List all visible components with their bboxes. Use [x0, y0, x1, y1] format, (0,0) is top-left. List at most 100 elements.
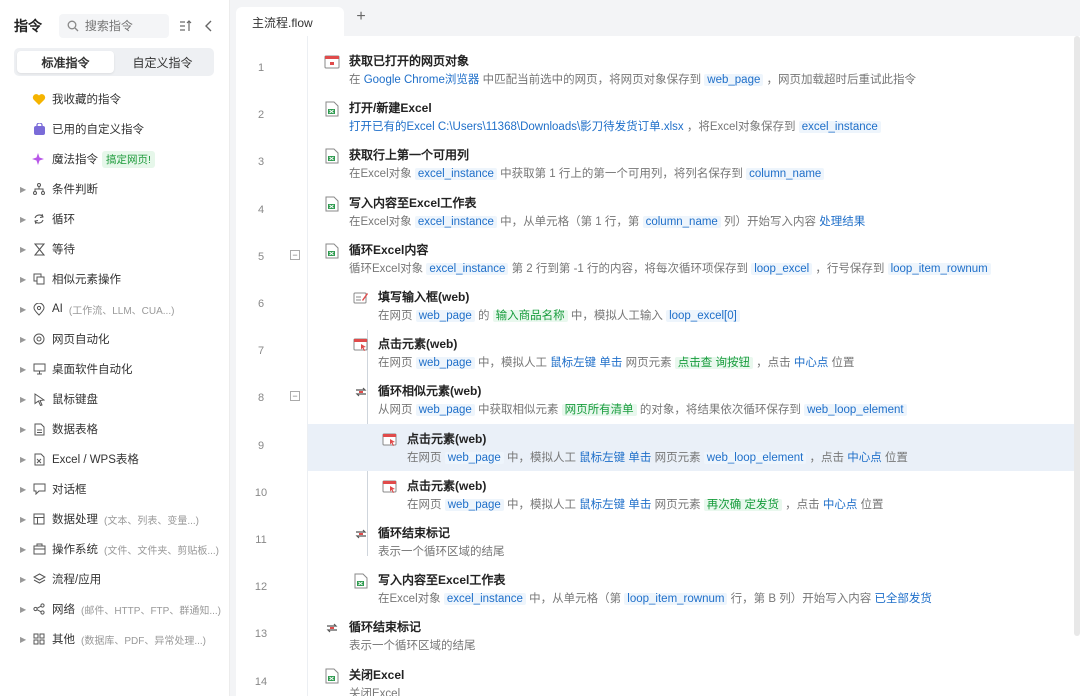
instruction-sidebar: 指令 标准指令 自定义指令 我收藏的指令 已用的自定义指令 — [0, 0, 230, 696]
sidebar-item-magic[interactable]: 魔法指令 搞定网页! — [0, 144, 229, 174]
collapse-icon[interactable] — [203, 19, 215, 33]
network-icon — [32, 602, 46, 616]
sidebar-item-similar-elements[interactable]: ▶ 相似元素操作 — [0, 264, 229, 294]
flow-step-row[interactable]: 点击元素(web) 在网页 web_page 中，模拟人工 鼠标左键 单击 网页元… — [308, 423, 1074, 471]
param-link[interactable]: Google Chrome浏览器 — [364, 74, 480, 86]
param-link[interactable]: 单击 — [628, 452, 651, 464]
search-box[interactable] — [58, 14, 169, 38]
flow-step-row[interactable]: 循环Excel内容 循环Excel对象 excel_instance 第 2 行到… — [308, 235, 1074, 282]
step-description: 关闭Excel — [349, 687, 401, 696]
param-link[interactable]: 中心点 — [847, 452, 882, 464]
param-link[interactable]: 中心点 — [823, 499, 858, 511]
sidebar-item-condition[interactable]: ▶ 条件判断 — [0, 174, 229, 204]
variable-chip[interactable]: excel_instance — [798, 121, 881, 134]
flow-step-row[interactable]: 关闭Excel 关闭Excel — [308, 660, 1074, 696]
variable-chip[interactable]: excel_instance — [443, 593, 526, 606]
element-chip[interactable]: 输入商品名称 — [492, 310, 568, 322]
sidebar-item-used-custom[interactable]: 已用的自定义指令 — [0, 114, 229, 144]
sidebar-item-network[interactable]: ▶ 网络 (邮件、HTTP、FTP、群通知...) — [0, 594, 229, 624]
variable-chip[interactable]: loop_item_rownum — [624, 593, 728, 606]
sidebar-item-data-processing[interactable]: ▶ 数据处理 (文本、列表、变量...) — [0, 504, 229, 534]
param-link[interactable]: 鼠标左键 — [579, 452, 625, 464]
variable-chip[interactable]: loop_item_rownum — [887, 262, 991, 275]
param-link[interactable]: 单击 — [599, 357, 622, 369]
flow-step-row[interactable]: 循环相似元素(web) 从网页 web_page 中获取相似元素 网页所有清单 的… — [308, 376, 1074, 423]
sidebar-item-wait[interactable]: ▶ 等待 — [0, 234, 229, 264]
input-icon — [353, 290, 369, 306]
sidebar-item-other[interactable]: ▶ 其他 (数据库、PDF、异常处理...) — [0, 624, 229, 654]
sidebar-item-label: 对话框 — [52, 484, 87, 496]
sidebar-item-dialog[interactable]: ▶ 对话框 — [0, 474, 229, 504]
fold-toggle-icon[interactable]: − — [290, 249, 300, 260]
sidebar-item-label: 数据表格 — [52, 424, 98, 436]
excel-loop-icon — [324, 243, 340, 259]
variable-chip[interactable]: excel_instance — [426, 262, 509, 275]
param-link[interactable]: 已全部发货 — [874, 593, 932, 605]
sidebar-item-loop[interactable]: ▶ 循环 — [0, 204, 229, 234]
element-chip[interactable]: 网页所有清单 — [561, 404, 637, 417]
variable-chip[interactable]: column_name — [642, 215, 721, 228]
element-chip[interactable]: 点击查 询按钮 — [674, 357, 753, 370]
sidebar-item-os[interactable]: ▶ 操作系统 (文件、文件夹、剪贴板...) — [0, 534, 229, 564]
sidebar-item-desktop-automation[interactable]: ▶ 桌面软件自动化 — [0, 354, 229, 384]
sidebar-item-excel[interactable]: ▶ Excel / WPS表格 — [0, 444, 229, 474]
param-link[interactable]: 中心点 — [794, 357, 829, 369]
step-title: 获取已打开的网页对象 — [349, 54, 470, 68]
sidebar-item-label: 数据处理 — [52, 514, 98, 526]
flow-step-row[interactable]: 获取已打开的网页对象在 Google Chrome浏览器 中匹配当前选中的网页，… — [308, 46, 1074, 93]
sidebar-item-data-table[interactable]: ▶ 数据表格 — [0, 414, 229, 444]
flow-step-row[interactable]: 点击元素(web) 在网页 web_page 中，模拟人工 鼠标左键 单击 网页元… — [308, 329, 1074, 376]
param-link[interactable]: 鼠标左键 — [550, 357, 596, 369]
param-link[interactable]: 单击 — [628, 499, 651, 511]
sidebar-item-favorites[interactable]: 我收藏的指令 — [0, 84, 229, 114]
element-chip[interactable]: 再次确 定发货 — [703, 498, 782, 511]
variable-chip[interactable]: web_page — [704, 74, 764, 86]
variable-chip[interactable]: loop_excel[0] — [666, 310, 740, 322]
tab-main-flow[interactable]: 主流程.flow — [236, 7, 344, 37]
flow-step-row[interactable]: 获取行上第一个可用列 在Excel对象 excel_instance 中获取第 1… — [308, 140, 1074, 187]
variable-chip[interactable]: web_page — [415, 357, 475, 370]
sort-icon[interactable] — [179, 19, 193, 33]
variable-chip[interactable]: excel_instance — [414, 168, 497, 181]
line-number: 11 — [255, 534, 267, 546]
flow-step-row[interactable]: 填写输入框(web) 在网页 web_page 的 输入商品名称 中，模拟人工输入… — [308, 282, 1074, 329]
line-number: 1 — [257, 62, 265, 74]
param-link[interactable]: C:\Users\11368\Downloads\影刀待发货订单.xlsx — [438, 121, 684, 133]
magic-badge: 搞定网页! — [102, 150, 155, 168]
flow-step-row[interactable]: 循环结束标记 表示一个循环区域的结尾 — [308, 518, 1074, 565]
line-number: 10 — [254, 486, 268, 499]
step-description: 打开已有的Excel C:\Users\11368\Downloads\影刀待发… — [349, 118, 881, 134]
variable-chip[interactable]: web_page — [415, 310, 475, 322]
flow-step-row[interactable]: 循环结束标记 表示一个循环区域的结尾 — [308, 612, 1074, 659]
sidebar-item-label: 魔法指令 — [52, 154, 98, 166]
flow-step-row[interactable]: 打开/新建Excel 打开已有的Excel C:\Users\11368\Down… — [308, 93, 1074, 140]
sidebar-item-web-automation[interactable]: ▶ 网页自动化 — [0, 324, 229, 354]
tab-standard[interactable]: 标准指令 — [17, 51, 114, 73]
variable-chip[interactable]: web_loop_element — [804, 404, 907, 417]
param-link[interactable]: 处理结果 — [819, 216, 865, 228]
fold-toggle-icon[interactable]: − — [290, 391, 300, 402]
sidebar-item-label: 条件判断 — [52, 184, 98, 196]
loop-red-icon — [353, 384, 369, 400]
variable-chip[interactable]: loop_excel — [751, 262, 813, 275]
step-title: 关闭Excel — [349, 667, 405, 682]
param-link[interactable]: 打开已有的Excel — [349, 121, 435, 133]
flow-step-row[interactable]: 点击元素(web) 在网页 web_page 中，模拟人工 鼠标左键 单击 网页元… — [308, 471, 1074, 518]
scrollbar[interactable] — [1074, 36, 1080, 636]
excel-grid-icon — [324, 148, 340, 164]
variable-chip[interactable]: web_page — [444, 451, 504, 464]
variable-chip[interactable]: column_name — [746, 168, 825, 181]
variable-chip[interactable]: excel_instance — [414, 215, 497, 228]
add-tab-button[interactable]: + — [352, 8, 370, 26]
sidebar-item-ai[interactable]: ▶ AI (工作流、LLM、CUA...) — [0, 294, 229, 324]
param-link[interactable]: 鼠标左键 — [579, 499, 625, 511]
variable-chip[interactable]: web_page — [415, 404, 475, 417]
variable-chip[interactable]: web_loop_element — [703, 451, 807, 464]
tab-custom[interactable]: 自定义指令 — [114, 51, 211, 73]
flow-step-row[interactable]: 写入内容至Excel工作表 在Excel对象 excel_instance 中，从… — [308, 565, 1074, 612]
sidebar-item-flow-app[interactable]: ▶ 流程/应用 — [0, 564, 229, 594]
search-input[interactable] — [84, 19, 161, 33]
sidebar-item-mouse-keyboard[interactable]: ▶ 鼠标键盘 — [0, 384, 229, 414]
variable-chip[interactable]: web_page — [444, 498, 504, 511]
flow-step-row[interactable]: 写入内容至Excel工作表 在Excel对象 excel_instance 中，从… — [308, 188, 1074, 235]
